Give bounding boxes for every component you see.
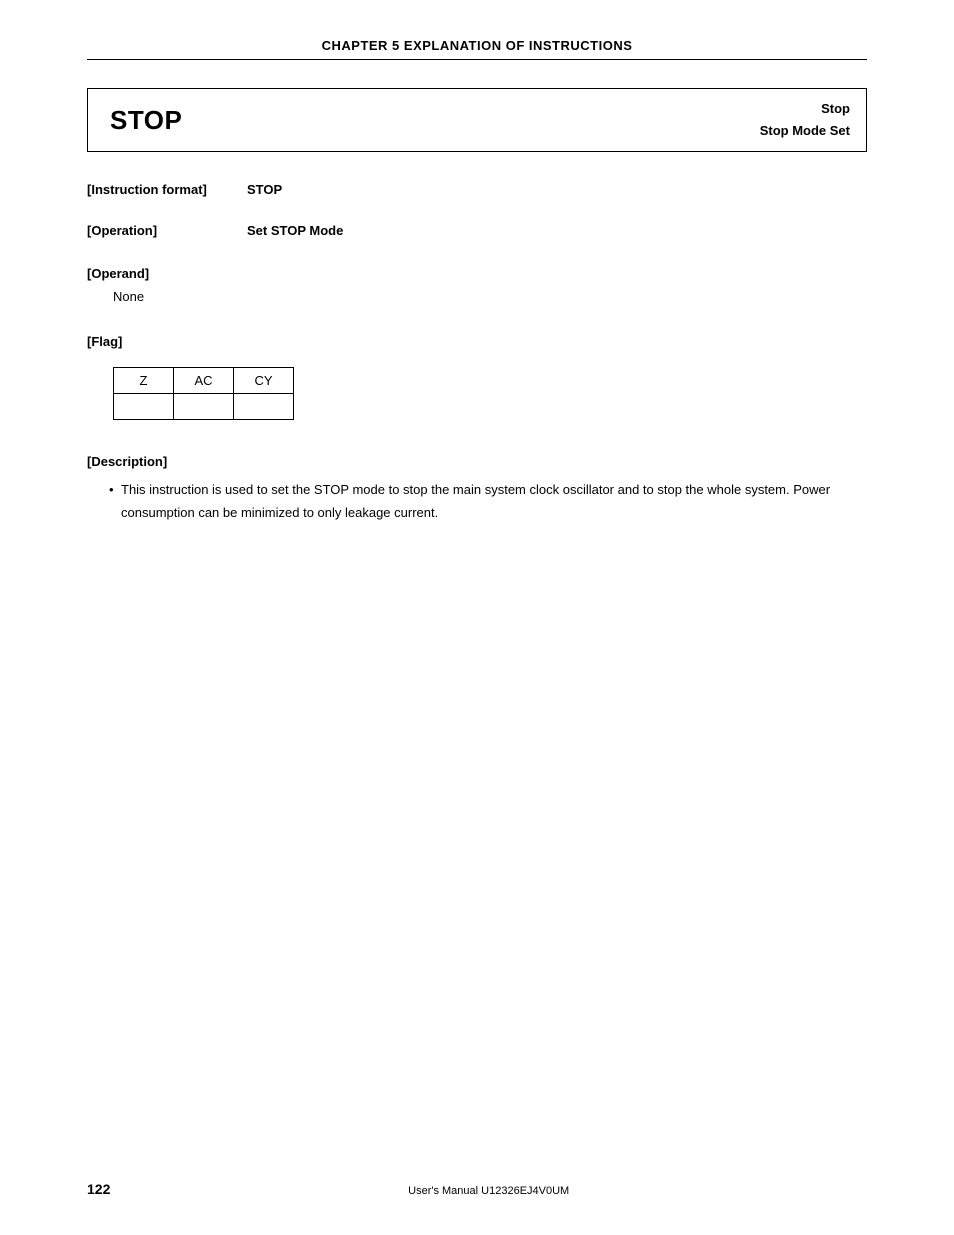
operation-row: [Operation] Set STOP Mode	[87, 223, 867, 238]
operand-block: [Operand] None	[87, 266, 867, 304]
instruction-box: STOP Stop Stop Mode Set	[87, 88, 867, 152]
flag-value-ac	[174, 394, 234, 420]
operand-label: [Operand]	[87, 266, 867, 281]
instruction-format-row: [Instruction format] STOP	[87, 182, 867, 197]
flag-label: [Flag]	[87, 334, 867, 349]
flag-header-cy: CY	[234, 368, 294, 394]
operation-value: Set STOP Mode	[247, 223, 343, 238]
chapter-header: CHAPTER 5 EXPLANATION OF INSTRUCTIONS	[87, 38, 867, 59]
page: CHAPTER 5 EXPLANATION OF INSTRUCTIONS ST…	[0, 0, 954, 1235]
flag-value-z	[114, 394, 174, 420]
manual-id: User's Manual U12326EJ4V0UM	[110, 1185, 867, 1197]
chapter-rule	[87, 59, 867, 60]
page-number: 122	[87, 1181, 110, 1197]
flag-value-cy	[234, 394, 294, 420]
flag-table-value-row	[114, 394, 294, 420]
instruction-format-value: STOP	[247, 182, 282, 197]
flag-table-header-row: Z AC CY	[114, 368, 294, 394]
instruction-format-label: [Instruction format]	[87, 182, 247, 197]
description-bullet: This instruction is used to set the STOP…	[87, 479, 867, 525]
flag-table: Z AC CY	[113, 367, 294, 420]
instruction-summary-line2: Stop Mode Set	[760, 120, 850, 142]
page-footer: 122 User's Manual U12326EJ4V0UM	[0, 1181, 954, 1197]
instruction-summary-line1: Stop	[760, 98, 850, 120]
flag-header-ac: AC	[174, 368, 234, 394]
flag-header-z: Z	[114, 368, 174, 394]
instruction-name: STOP	[110, 105, 182, 136]
operation-label: [Operation]	[87, 223, 247, 238]
instruction-summary: Stop Stop Mode Set	[760, 98, 850, 142]
operand-value: None	[87, 289, 867, 304]
description-label: [Description]	[87, 454, 867, 469]
